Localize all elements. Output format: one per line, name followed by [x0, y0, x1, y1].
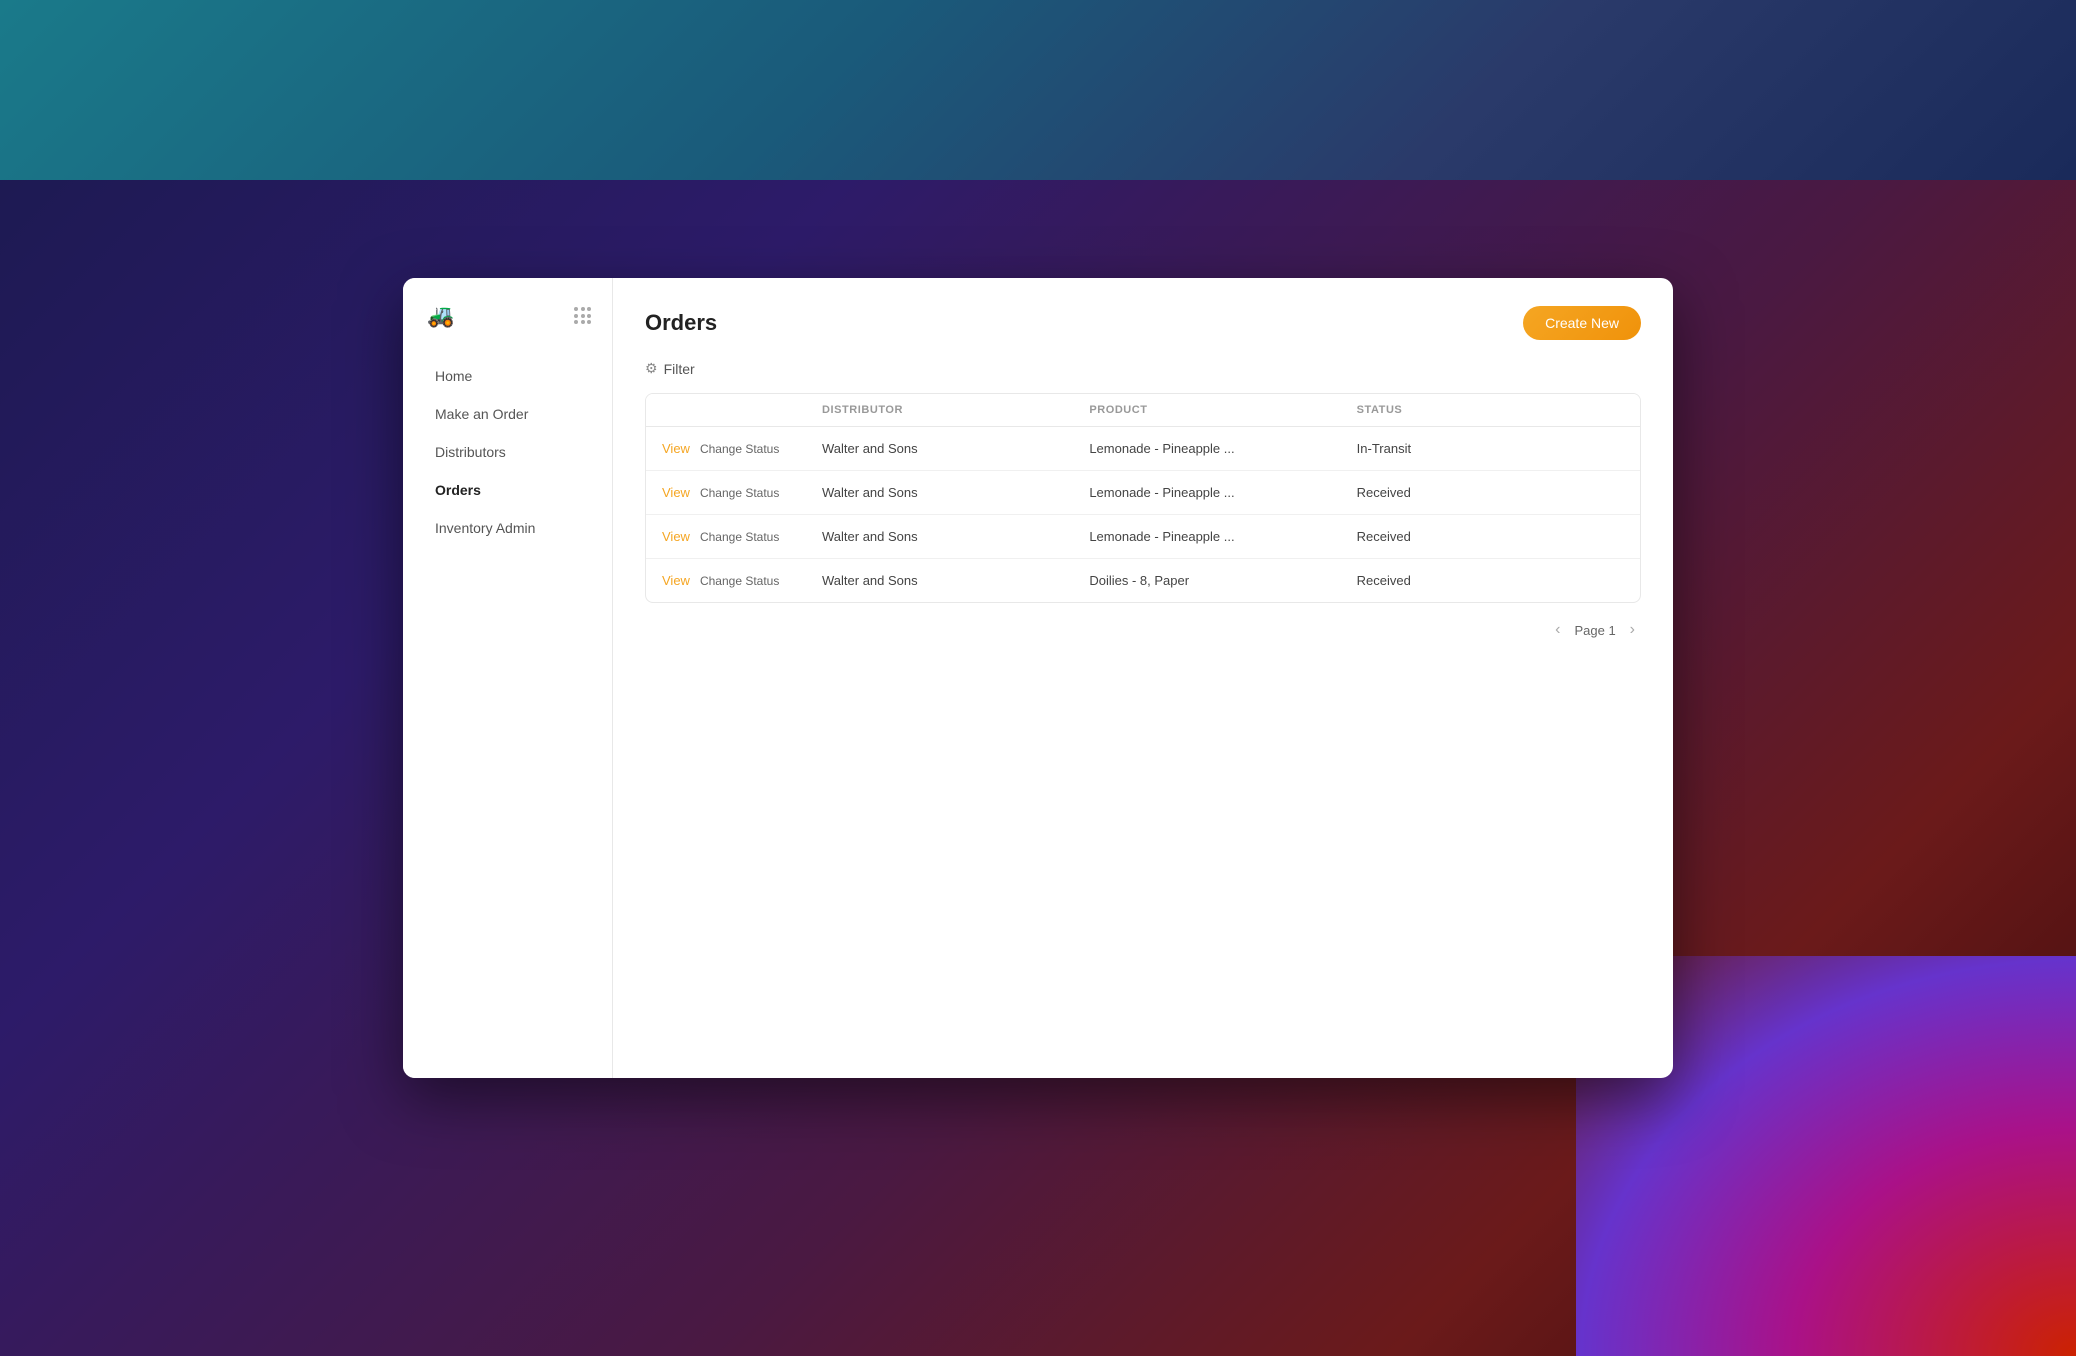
cell-product: Lemonade - Pineapple ... [1089, 441, 1356, 456]
next-page-button[interactable]: › [1624, 619, 1641, 641]
cell-status: Received [1357, 529, 1624, 544]
cell-product: Doilies - 8, Paper [1089, 573, 1356, 588]
grid-icon[interactable] [574, 307, 592, 325]
sidebar-item-home[interactable]: Home [411, 358, 604, 394]
row-actions: View Change Status [662, 441, 822, 456]
view-link[interactable]: View [662, 529, 690, 544]
app-window: 🚜 Home Make an Order Distributors Orders… [403, 278, 1673, 1078]
create-new-button[interactable]: Create New [1523, 306, 1641, 340]
sidebar-item-orders[interactable]: Orders [411, 472, 604, 508]
row-actions: View Change Status [662, 485, 822, 500]
app-logo: 🚜 [423, 298, 459, 334]
change-status-button[interactable]: Change Status [700, 442, 779, 456]
table-row: View Change Status Walter and Sons Lemon… [646, 427, 1640, 471]
page-indicator: Page 1 [1574, 623, 1615, 638]
page-header: Orders Create New [645, 306, 1641, 340]
sidebar-header: 🚜 [403, 298, 612, 358]
view-link[interactable]: View [662, 485, 690, 500]
sidebar: 🚜 Home Make an Order Distributors Orders… [403, 278, 613, 1078]
cell-distributor: Walter and Sons [822, 529, 1089, 544]
col-header-status: STATUS [1357, 404, 1624, 416]
change-status-button[interactable]: Change Status [700, 530, 779, 544]
table-row: View Change Status Walter and Sons Lemon… [646, 471, 1640, 515]
view-link[interactable]: View [662, 573, 690, 588]
cell-distributor: Walter and Sons [822, 485, 1089, 500]
cell-status: In-Transit [1357, 441, 1624, 456]
row-actions: View Change Status [662, 529, 822, 544]
view-link[interactable]: View [662, 441, 690, 456]
table-row: View Change Status Walter and Sons Doili… [646, 559, 1640, 602]
table-row: View Change Status Walter and Sons Lemon… [646, 515, 1640, 559]
col-header-actions [662, 404, 822, 416]
filter-icon: ⚙ [645, 360, 658, 377]
sidebar-item-inventory-admin[interactable]: Inventory Admin [411, 510, 604, 546]
cell-product: Lemonade - Pineapple ... [1089, 485, 1356, 500]
change-status-button[interactable]: Change Status [700, 574, 779, 588]
page-title: Orders [645, 310, 717, 336]
main-content: Orders Create New ⚙ Filter DISTRIBUTOR P… [613, 278, 1673, 1078]
cell-product: Lemonade - Pineapple ... [1089, 529, 1356, 544]
sidebar-item-distributors[interactable]: Distributors [411, 434, 604, 470]
cell-distributor: Walter and Sons [822, 573, 1089, 588]
cell-distributor: Walter and Sons [822, 441, 1089, 456]
sidebar-item-make-an-order[interactable]: Make an Order [411, 396, 604, 432]
col-header-product: PRODUCT [1089, 404, 1356, 416]
filter-label[interactable]: Filter [664, 361, 695, 377]
filter-bar: ⚙ Filter [645, 360, 1641, 377]
table-header: DISTRIBUTOR PRODUCT STATUS [646, 394, 1640, 427]
row-actions: View Change Status [662, 573, 822, 588]
change-status-button[interactable]: Change Status [700, 486, 779, 500]
col-header-distributor: DISTRIBUTOR [822, 404, 1089, 416]
orders-table: DISTRIBUTOR PRODUCT STATUS View Change S… [645, 393, 1641, 603]
pagination: ‹ Page 1 › [645, 619, 1641, 641]
prev-page-button[interactable]: ‹ [1549, 619, 1566, 641]
cell-status: Received [1357, 573, 1624, 588]
sidebar-nav: Home Make an Order Distributors Orders I… [403, 358, 612, 546]
cell-status: Received [1357, 485, 1624, 500]
